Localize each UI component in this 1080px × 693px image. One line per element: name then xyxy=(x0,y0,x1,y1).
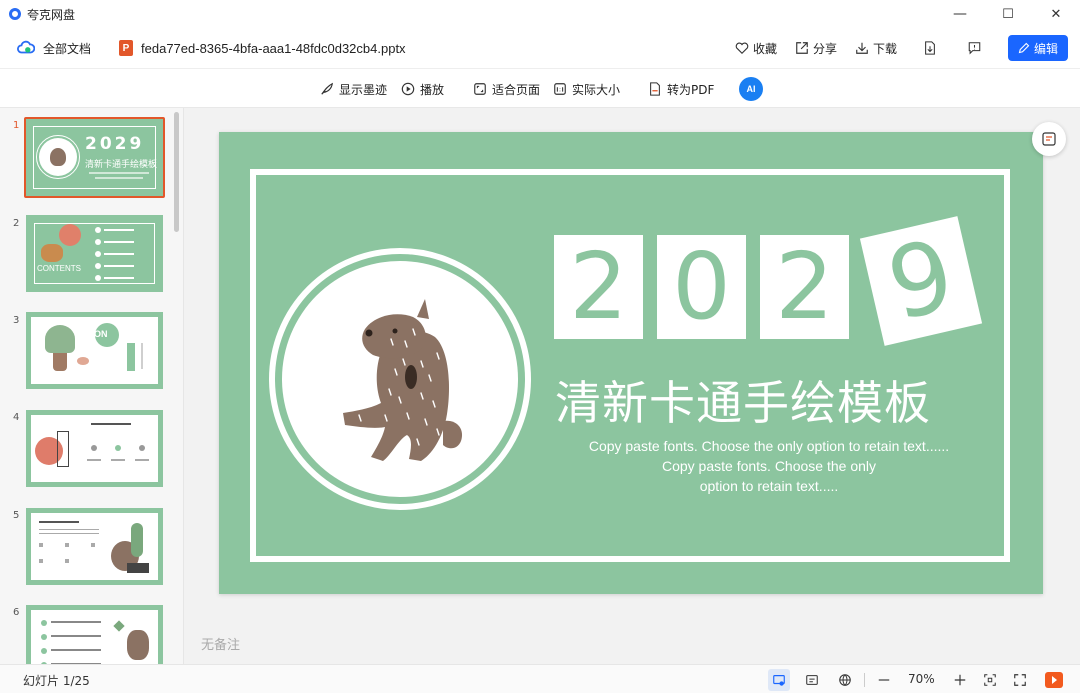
web-view-button[interactable] xyxy=(834,669,856,691)
minus-icon xyxy=(878,679,890,681)
slide-view-icon xyxy=(773,675,785,686)
subtitle-line: Copy paste fonts. Choose the only xyxy=(661,458,877,474)
slide-notes[interactable]: 无备注 xyxy=(201,634,240,653)
subtitle-line: option to retain text..... xyxy=(699,478,839,494)
download-button[interactable]: 下载 xyxy=(855,40,897,57)
favorite-label: 收藏 xyxy=(752,41,777,56)
convert-pdf-button[interactable]: 转为PDF xyxy=(648,69,714,109)
thumb-contents-label: CONTENTS xyxy=(37,264,81,273)
zoom-level: 70% xyxy=(908,672,935,686)
slide-number: 1 xyxy=(13,120,20,131)
slide-number: 5 xyxy=(13,510,20,521)
play-icon xyxy=(401,82,415,96)
fullscreen-button[interactable] xyxy=(1009,669,1031,691)
year-digit: 0 xyxy=(657,235,746,339)
heart-icon xyxy=(735,42,749,55)
all-documents-link[interactable]: 全部文档 xyxy=(43,40,91,57)
ocr-extract-button[interactable] xyxy=(1032,122,1066,156)
zoom-in-button[interactable] xyxy=(949,669,971,691)
slide-number: 4 xyxy=(13,412,20,423)
thumb-year: 2029 xyxy=(85,134,145,154)
actual-size-icon xyxy=(554,83,566,95)
header-bar: 全部文档 P feda77ed-8365-4bfa-aaa1-48fdc0d32… xyxy=(0,28,1080,68)
bear-circle xyxy=(269,248,531,510)
bear-illustration xyxy=(343,299,463,461)
year-digit: 2 xyxy=(760,235,849,339)
current-slide: 2 0 2 9 清新卡通手绘模板 Copy paste fonts. Choos… xyxy=(219,132,1043,594)
ai-assistant-button[interactable]: AI xyxy=(739,77,763,101)
edit-button[interactable]: 编辑 xyxy=(1008,35,1068,61)
fit-page-icon xyxy=(474,83,486,95)
slide-number: 3 xyxy=(13,315,20,326)
actual-size-label: 实际大小 xyxy=(572,82,621,97)
slide-subtitle: Copy paste fonts. Choose the only option… xyxy=(559,436,979,496)
thumb-title: 清新卡通手绘模板 xyxy=(85,160,158,170)
file-name: feda77ed-8365-4bfa-aaa1-48fdc0d32cb4.ppt… xyxy=(141,40,406,56)
share-label: 分享 xyxy=(812,41,837,56)
download-icon xyxy=(856,42,868,54)
title-bar: 夸克网盘 — ☐ ✕ xyxy=(0,0,1080,28)
fit-page-button[interactable]: 适合页面 xyxy=(473,69,540,109)
slide-title: 清新卡通手绘模板 xyxy=(555,376,931,430)
pdf-icon xyxy=(650,82,660,96)
notes-icon xyxy=(806,675,818,685)
zoom-out-button[interactable] xyxy=(873,669,895,691)
minimize-button[interactable]: — xyxy=(936,0,984,28)
subtitle-line: Copy paste fonts. Choose the only option… xyxy=(588,438,950,454)
slide-thumbnail-5[interactable] xyxy=(26,508,163,585)
globe-icon xyxy=(839,674,851,686)
quark-logo-icon xyxy=(9,8,21,20)
thumb-on-label: ON xyxy=(94,329,108,339)
header-actions: 收藏 分享 下载 编辑 xyxy=(717,28,1068,68)
save-to-device-button[interactable] xyxy=(923,41,941,55)
document-export-icon xyxy=(925,41,935,55)
slideshow-play-button[interactable] xyxy=(1043,669,1065,691)
normal-view-button[interactable] xyxy=(768,669,790,691)
actual-size-button[interactable]: 实际大小 xyxy=(553,69,620,109)
expand-icon xyxy=(1014,674,1026,686)
show-ink-button[interactable]: 显示墨迹 xyxy=(320,69,387,109)
fit-screen-icon xyxy=(984,674,996,686)
thumbnail-scrollbar[interactable] xyxy=(174,112,179,232)
fit-to-window-button[interactable] xyxy=(979,669,1001,691)
slide-thumbnail-4[interactable] xyxy=(26,410,163,487)
app-title: 夸克网盘 xyxy=(27,7,76,22)
share-icon xyxy=(796,42,808,54)
cloud-icon xyxy=(17,40,35,54)
slide-thumbnail-3[interactable]: ON xyxy=(26,312,163,389)
notes-view-button[interactable] xyxy=(801,669,823,691)
year-digit: 2 xyxy=(554,235,643,339)
favorite-button[interactable]: 收藏 xyxy=(735,40,777,57)
slide-thumbnail-panel: 1 2029 清新卡通手绘模板 2 CONTENTS 3 ON 4 5 6 xyxy=(0,108,184,664)
slide-thumbnail-2[interactable]: CONTENTS xyxy=(26,215,163,292)
play-icon xyxy=(1045,672,1063,688)
status-bar: 幻灯片 1/25 70% xyxy=(0,664,1080,693)
close-button[interactable]: ✕ xyxy=(1032,0,1080,28)
slide-thumbnail-6[interactable] xyxy=(26,605,163,664)
feedback-button[interactable] xyxy=(967,41,986,55)
fit-page-label: 适合页面 xyxy=(492,82,541,97)
pencil-icon xyxy=(1018,42,1030,54)
quill-icon xyxy=(321,82,333,95)
show-ink-label: 显示墨迹 xyxy=(339,82,388,97)
pptx-file-icon: P xyxy=(119,40,134,56)
maximize-button[interactable]: ☐ xyxy=(984,0,1032,28)
scan-text-icon xyxy=(1042,132,1056,146)
slide-thumbnail-1[interactable]: 2029 清新卡通手绘模板 xyxy=(24,117,165,198)
slide-counter: 幻灯片 1/25 xyxy=(23,674,90,688)
play-label: 播放 xyxy=(420,82,445,97)
download-label: 下载 xyxy=(872,41,897,56)
viewer-toolbar: 显示墨迹 播放 适合页面 实际大小 转为PDF AI xyxy=(0,68,1080,108)
slide-viewer: 2 0 2 9 清新卡通手绘模板 Copy paste fonts. Choos… xyxy=(184,108,1080,664)
feedback-icon xyxy=(968,42,981,55)
convert-pdf-label: 转为PDF xyxy=(667,82,715,97)
slide-number: 2 xyxy=(13,218,20,229)
window-controls: — ☐ ✕ xyxy=(936,0,1080,28)
plus-icon xyxy=(954,674,966,686)
share-button[interactable]: 分享 xyxy=(795,40,837,57)
edit-label: 编辑 xyxy=(1033,41,1058,56)
play-button[interactable]: 播放 xyxy=(401,69,444,109)
slide-number: 6 xyxy=(13,607,20,618)
